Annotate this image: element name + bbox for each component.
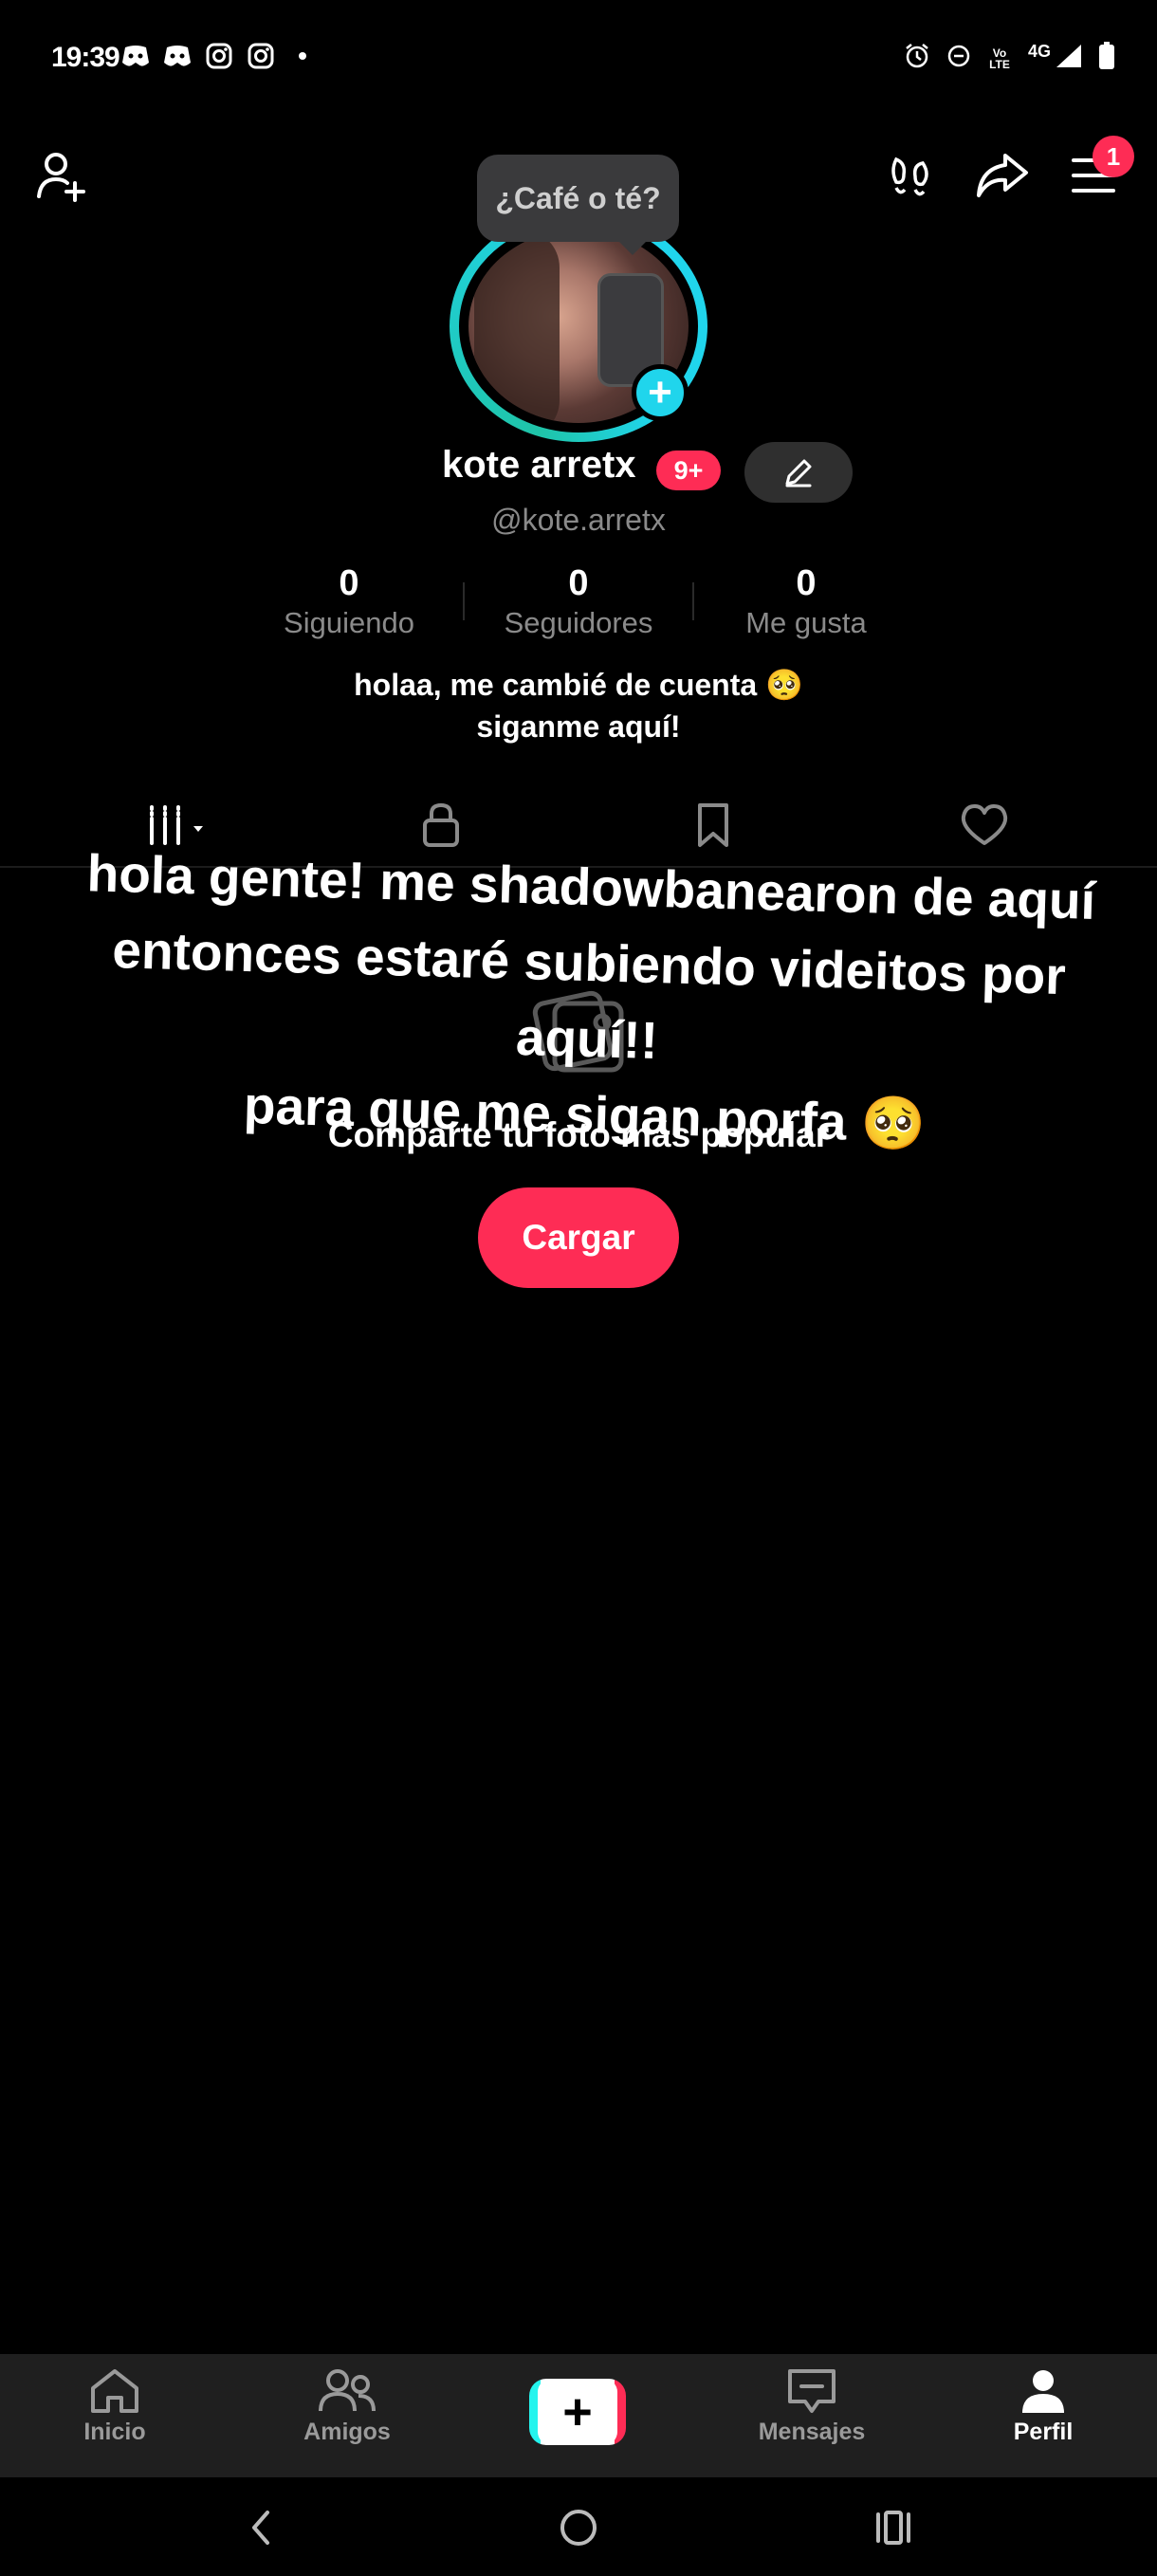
nav-label: Amigos (303, 2419, 391, 2445)
profile-views-button[interactable] (877, 142, 944, 209)
home-icon (91, 2369, 138, 2413)
stat-label: Me gusta (745, 606, 867, 639)
display-name: kote arretx (442, 444, 636, 486)
stat-value: 0 (568, 563, 589, 603)
status-time: 19:39 (51, 42, 120, 73)
stat-label: Siguiendo (284, 606, 414, 639)
bottom-navigation: Inicio Amigos + Mensajes Perfil (0, 2354, 1157, 2477)
discord-icon (163, 42, 192, 70)
upload-button[interactable]: Cargar (478, 1187, 679, 1288)
username-handle: @kote.arretx (491, 503, 666, 537)
network-label: 4G (1027, 42, 1051, 61)
nav-label: Inicio (83, 2419, 146, 2445)
stat-label: Seguidores (504, 606, 653, 639)
system-navigation-bar (0, 2477, 1157, 2576)
menu-notification-badge: 1 (1093, 136, 1134, 177)
profile-bio: holaa, me cambié de cuenta 🥺 siganme aqu… (0, 664, 1157, 747)
bio-line: siganme aquí! (476, 709, 681, 744)
stat-divider (692, 582, 694, 620)
stat-followers[interactable]: 0 Seguidores (474, 563, 683, 640)
instagram-icon (247, 42, 275, 70)
stat-value: 0 (796, 563, 817, 603)
dnd-icon (946, 44, 971, 73)
tooltip-bubble[interactable]: ¿Café o té? (477, 155, 679, 255)
add-friend-button[interactable] (28, 142, 95, 209)
nav-friends[interactable]: Amigos (271, 2367, 423, 2446)
share-profile-button[interactable] (969, 142, 1036, 209)
profile-icon (1022, 2370, 1064, 2413)
lock-icon (423, 802, 459, 847)
chevron-left-icon (252, 2511, 269, 2545)
stat-following[interactable]: 0 Siguiendo (245, 563, 453, 640)
tab-saved[interactable] (675, 797, 751, 854)
nav-home[interactable]: Inicio (39, 2367, 191, 2446)
instagram-icon (205, 42, 233, 70)
nav-label: Mensajes (758, 2419, 866, 2445)
status-system-icons: Vo LTE 4G (903, 42, 1115, 75)
signal-icon (1055, 43, 1083, 74)
nav-profile[interactable]: Perfil (967, 2367, 1119, 2446)
tab-liked[interactable] (946, 797, 1022, 854)
pencil-icon (785, 459, 812, 488)
recents-icon (876, 2511, 910, 2545)
add-story-button[interactable]: + (632, 364, 689, 421)
empty-state-title: Comparte tu foto más popular (327, 1115, 830, 1154)
stat-divider (463, 582, 465, 620)
battery-icon (1098, 42, 1115, 75)
nav-messages[interactable]: Mensajes (736, 2367, 888, 2446)
discord-icon (121, 42, 150, 70)
circle-home-icon (560, 2510, 597, 2546)
name-badge[interactable]: 9+ (656, 451, 721, 490)
heart-icon (961, 804, 1008, 845)
status-notification-icons (121, 42, 317, 70)
status-bar: 19:39 Vo LTE 4G (0, 0, 1157, 114)
bookmark-icon (698, 803, 728, 847)
overlay-line: entonces estaré subiendo videitos por aq… (111, 919, 1067, 1071)
bio-line: holaa, me cambié de cuenta 🥺 (354, 668, 803, 702)
dot-icon (288, 42, 317, 70)
footprints-icon (891, 156, 928, 196)
back-button[interactable] (232, 2504, 289, 2551)
stat-likes[interactable]: 0 Me gusta (702, 563, 910, 640)
person-add-icon (37, 153, 85, 202)
nav-label: Perfil (1013, 2419, 1074, 2445)
message-icon (788, 2369, 836, 2413)
plus-icon: + (538, 2379, 617, 2445)
recents-button[interactable] (865, 2504, 922, 2551)
home-system-button[interactable] (550, 2504, 607, 2551)
create-button[interactable]: + (529, 2379, 626, 2445)
share-arrow-icon (977, 154, 1028, 197)
edit-profile-button[interactable] (744, 442, 853, 503)
volte-label: Vo LTE (989, 46, 1010, 71)
friends-icon (319, 2369, 376, 2412)
stat-value: 0 (339, 563, 359, 603)
alarm-icon (903, 42, 931, 75)
